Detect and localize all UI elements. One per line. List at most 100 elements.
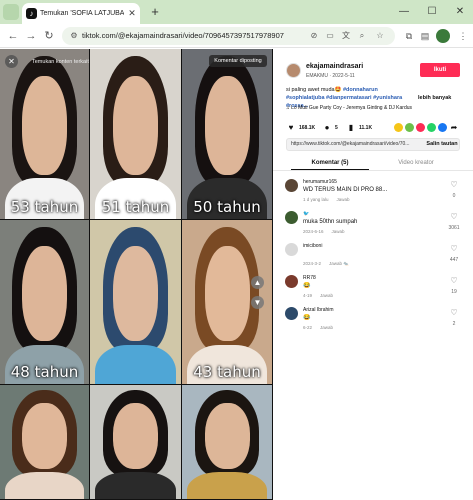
- commenter-avatar[interactable]: [285, 307, 298, 320]
- comment-like-count: 0: [452, 193, 456, 199]
- menu-kebab-icon[interactable]: ⋮: [456, 29, 470, 43]
- site-info-icon[interactable]: ⚙: [68, 30, 80, 42]
- comment-meta: 2024-3-2 Jawab 🐀: [303, 260, 413, 268]
- author-avatar[interactable]: [286, 63, 301, 78]
- comment-bubble-icon[interactable]: ●: [322, 122, 332, 134]
- photo-face-shape: [22, 403, 67, 470]
- like-count: 168.1K: [299, 125, 316, 131]
- tiktok-favicon-icon: ♪: [26, 8, 37, 19]
- translate-icon[interactable]: 文: [340, 30, 352, 42]
- like-heart-icon[interactable]: ♥: [286, 122, 296, 134]
- share-send-icon[interactable]: [416, 123, 425, 132]
- comment-meta: 1 d yang lalu Jawab: [303, 196, 413, 204]
- posted-comment-badge[interactable]: Komentar diposting: [209, 55, 267, 67]
- new-tab-button[interactable]: +: [147, 4, 163, 20]
- commenter-name[interactable]: herumamur165: [303, 178, 423, 186]
- collage-photo: [90, 220, 181, 384]
- music-link[interactable]: ♫ Lo Muti Gue Party Coy - Jeremya Gintin…: [286, 104, 461, 113]
- age-caption: 43 tahun: [193, 363, 261, 381]
- install-app-icon[interactable]: ▭: [324, 30, 336, 42]
- share-embed-icon[interactable]: [405, 123, 414, 132]
- zoom-icon[interactable]: ⌕: [356, 30, 368, 42]
- address-bar[interactable]: ⚙ tiktok.com/@ekajamaindrasari/video/709…: [62, 27, 395, 45]
- follow-button[interactable]: Ikuti: [420, 63, 460, 77]
- bookmark-star-icon[interactable]: ☆: [374, 30, 386, 42]
- video-top-bar: ✕ Temukan konten terkait Komentar dipost…: [0, 49, 273, 71]
- close-video-icon[interactable]: ✕: [5, 55, 18, 68]
- comment-like-heart-icon[interactable]: ♡: [449, 308, 459, 318]
- commenter-name[interactable]: 🐦: [303, 210, 423, 218]
- reload-icon[interactable]: ↻: [41, 28, 57, 44]
- copy-link-box: https://www.tiktok.com/@ekajamaindrasari…: [286, 138, 460, 151]
- commenter-name[interactable]: imiciboni: [303, 242, 423, 250]
- share-arrow-icon[interactable]: ➦: [449, 122, 459, 134]
- author-username[interactable]: ekajamaindrasari: [306, 62, 406, 72]
- minimize-button[interactable]: —: [396, 4, 412, 20]
- photo-face-shape: [22, 76, 67, 175]
- reply-link[interactable]: Jawab: [337, 197, 350, 202]
- search-related-link[interactable]: Temukan konten terkait: [32, 57, 110, 67]
- photo-face-shape: [112, 246, 159, 342]
- reply-link[interactable]: Jawab 🐀: [329, 261, 349, 266]
- comment-like-heart-icon[interactable]: ♡: [449, 244, 459, 254]
- comment-date: 6-22: [303, 325, 313, 330]
- comment-like-heart-icon[interactable]: ♡: [449, 180, 459, 190]
- photo-clothing-shape: [95, 471, 176, 499]
- share-facebook-icon[interactable]: [438, 123, 447, 132]
- bookmark-count: 11.1K: [359, 125, 373, 131]
- tab-close-icon[interactable]: ✕: [126, 7, 138, 19]
- video-player[interactable]: 53 tahun 51 tahun 50 tahun 48 tahun 43 tahun…: [0, 49, 273, 500]
- previous-video-chevron-up-icon[interactable]: ▲: [251, 276, 264, 289]
- video-link-text[interactable]: https://www.tiktok.com/@ekajamaindrasari…: [291, 139, 421, 150]
- commenter-avatar[interactable]: [285, 211, 298, 224]
- caption-text: si paling awet muda🤩: [286, 87, 343, 93]
- see-more-link[interactable]: lebih banyak: [418, 94, 460, 102]
- comment-like-count: 19: [451, 289, 457, 295]
- tab-comments[interactable]: Komentar (5): [287, 157, 373, 169]
- extensions-puzzle-icon[interactable]: ⧉: [402, 29, 416, 43]
- reply-link[interactable]: Jawab: [320, 293, 333, 298]
- comment-date: 4-19: [303, 293, 313, 298]
- commenter-name[interactable]: RR78: [303, 274, 423, 282]
- tab-creator-videos[interactable]: Video kreator: [373, 157, 459, 169]
- commenter-avatar[interactable]: [285, 243, 298, 256]
- commenter-name[interactable]: Arizal Ibrahim: [303, 306, 423, 314]
- close-window-button[interactable]: ✕: [452, 4, 468, 20]
- sidepanel-icon[interactable]: ▤: [418, 29, 432, 43]
- profile-avatar[interactable]: [436, 29, 450, 43]
- comment-item: imiciboni 2024-3-2 Jawab 🐀 ♡ 447: [273, 242, 473, 278]
- browser-tab[interactable]: ♪ Temukan 'SOFIA LATJUBA' ✕: [22, 3, 140, 24]
- tabs-divider: [273, 170, 473, 171]
- commenter-avatar[interactable]: [285, 179, 298, 192]
- post-detail-panel: ekajamaindrasari EMAKMU · 2022-5-11 Ikut…: [273, 49, 473, 500]
- photo-face-shape: [112, 76, 159, 175]
- url-text[interactable]: tiktok.com/@ekajamaindrasari/video/70964…: [82, 30, 284, 42]
- comment-item: 🐦 muka 50thn sumpah 2024-6-16 Jawab ♡ 3061: [273, 210, 473, 246]
- browser-toolbar: ← → ↻ ⚙ tiktok.com/@ekajamaindrasari/vid…: [0, 24, 473, 48]
- back-arrow-icon[interactable]: ←: [5, 28, 21, 44]
- comment-like-heart-icon[interactable]: ♡: [449, 276, 459, 286]
- reply-link[interactable]: Jawab: [320, 325, 333, 330]
- camera-off-icon[interactable]: ⊘: [308, 30, 320, 42]
- maximize-button[interactable]: ☐: [424, 4, 440, 20]
- forward-arrow-icon[interactable]: →: [23, 28, 39, 44]
- tab-search-button[interactable]: [3, 4, 19, 20]
- share-coin-icon[interactable]: [394, 123, 403, 132]
- collage-photo: [0, 385, 89, 499]
- browser-window: ♪ Temukan 'SOFIA LATJUBA' ✕ + — ☐ ✕ ← → …: [0, 0, 473, 500]
- comment-like-heart-icon[interactable]: ♡: [449, 212, 459, 222]
- bookmark-icon[interactable]: ▮: [346, 122, 356, 134]
- comment-text: [303, 250, 443, 259]
- copy-link-button[interactable]: Salin tautan: [424, 139, 460, 150]
- collage-photo: 53 tahun: [0, 49, 89, 219]
- commenter-avatar[interactable]: [285, 275, 298, 288]
- next-video-chevron-down-icon[interactable]: ▼: [251, 296, 264, 309]
- comment-item: Arizal Ibrahim 😂 6-22 Jawab ♡ 2: [273, 306, 473, 342]
- comment-date: 2024-3-2: [303, 261, 322, 266]
- reply-link[interactable]: Jawab: [332, 229, 345, 234]
- share-whatsapp-icon[interactable]: [427, 123, 436, 132]
- tab-strip: ♪ Temukan 'SOFIA LATJUBA' ✕ + — ☐ ✕: [0, 0, 473, 24]
- comment-text: muka 50thn sumpah: [303, 219, 358, 225]
- comment-like-count: 447: [449, 257, 459, 263]
- photo-clothing-shape: [187, 471, 267, 499]
